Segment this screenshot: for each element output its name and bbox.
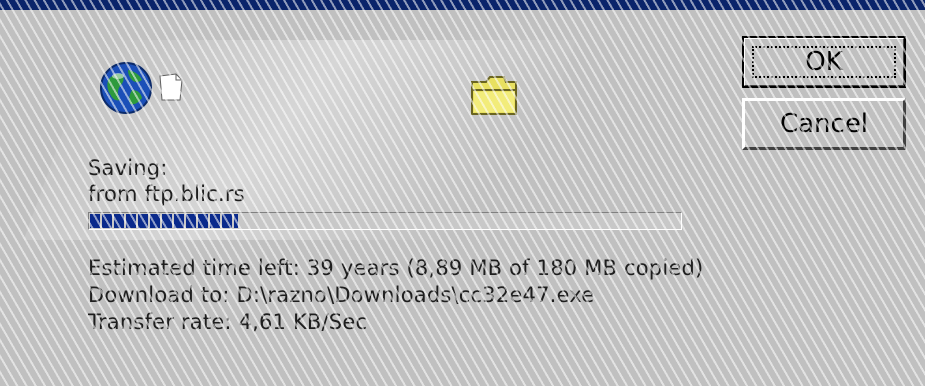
download-dialog: OK Cancel Saving: from ftp.blic.rs Estim… [0,0,925,386]
source-label: from ftp.blic.rs [88,182,245,206]
estimated-time-text: Estimated time left: 39 years (8,89 MB o… [88,256,704,280]
focus-rectangle [752,46,896,78]
transfer-rate-text: Transfer rate: 4,61 KB/Sec [88,310,368,334]
status-label: Saving: [88,156,168,180]
globe-icon [98,60,154,120]
page-icon [158,72,184,106]
title-bar[interactable] [0,0,925,10]
progress-fill [90,214,238,228]
progress-bar [88,212,682,230]
folder-icon [468,72,520,122]
cancel-button-label: Cancel [779,109,869,139]
cancel-button[interactable]: Cancel [742,98,906,150]
download-to-text: Download to: D:\razno\Downloads\cc32e47.… [88,283,595,307]
ok-button[interactable]: OK [742,36,906,88]
